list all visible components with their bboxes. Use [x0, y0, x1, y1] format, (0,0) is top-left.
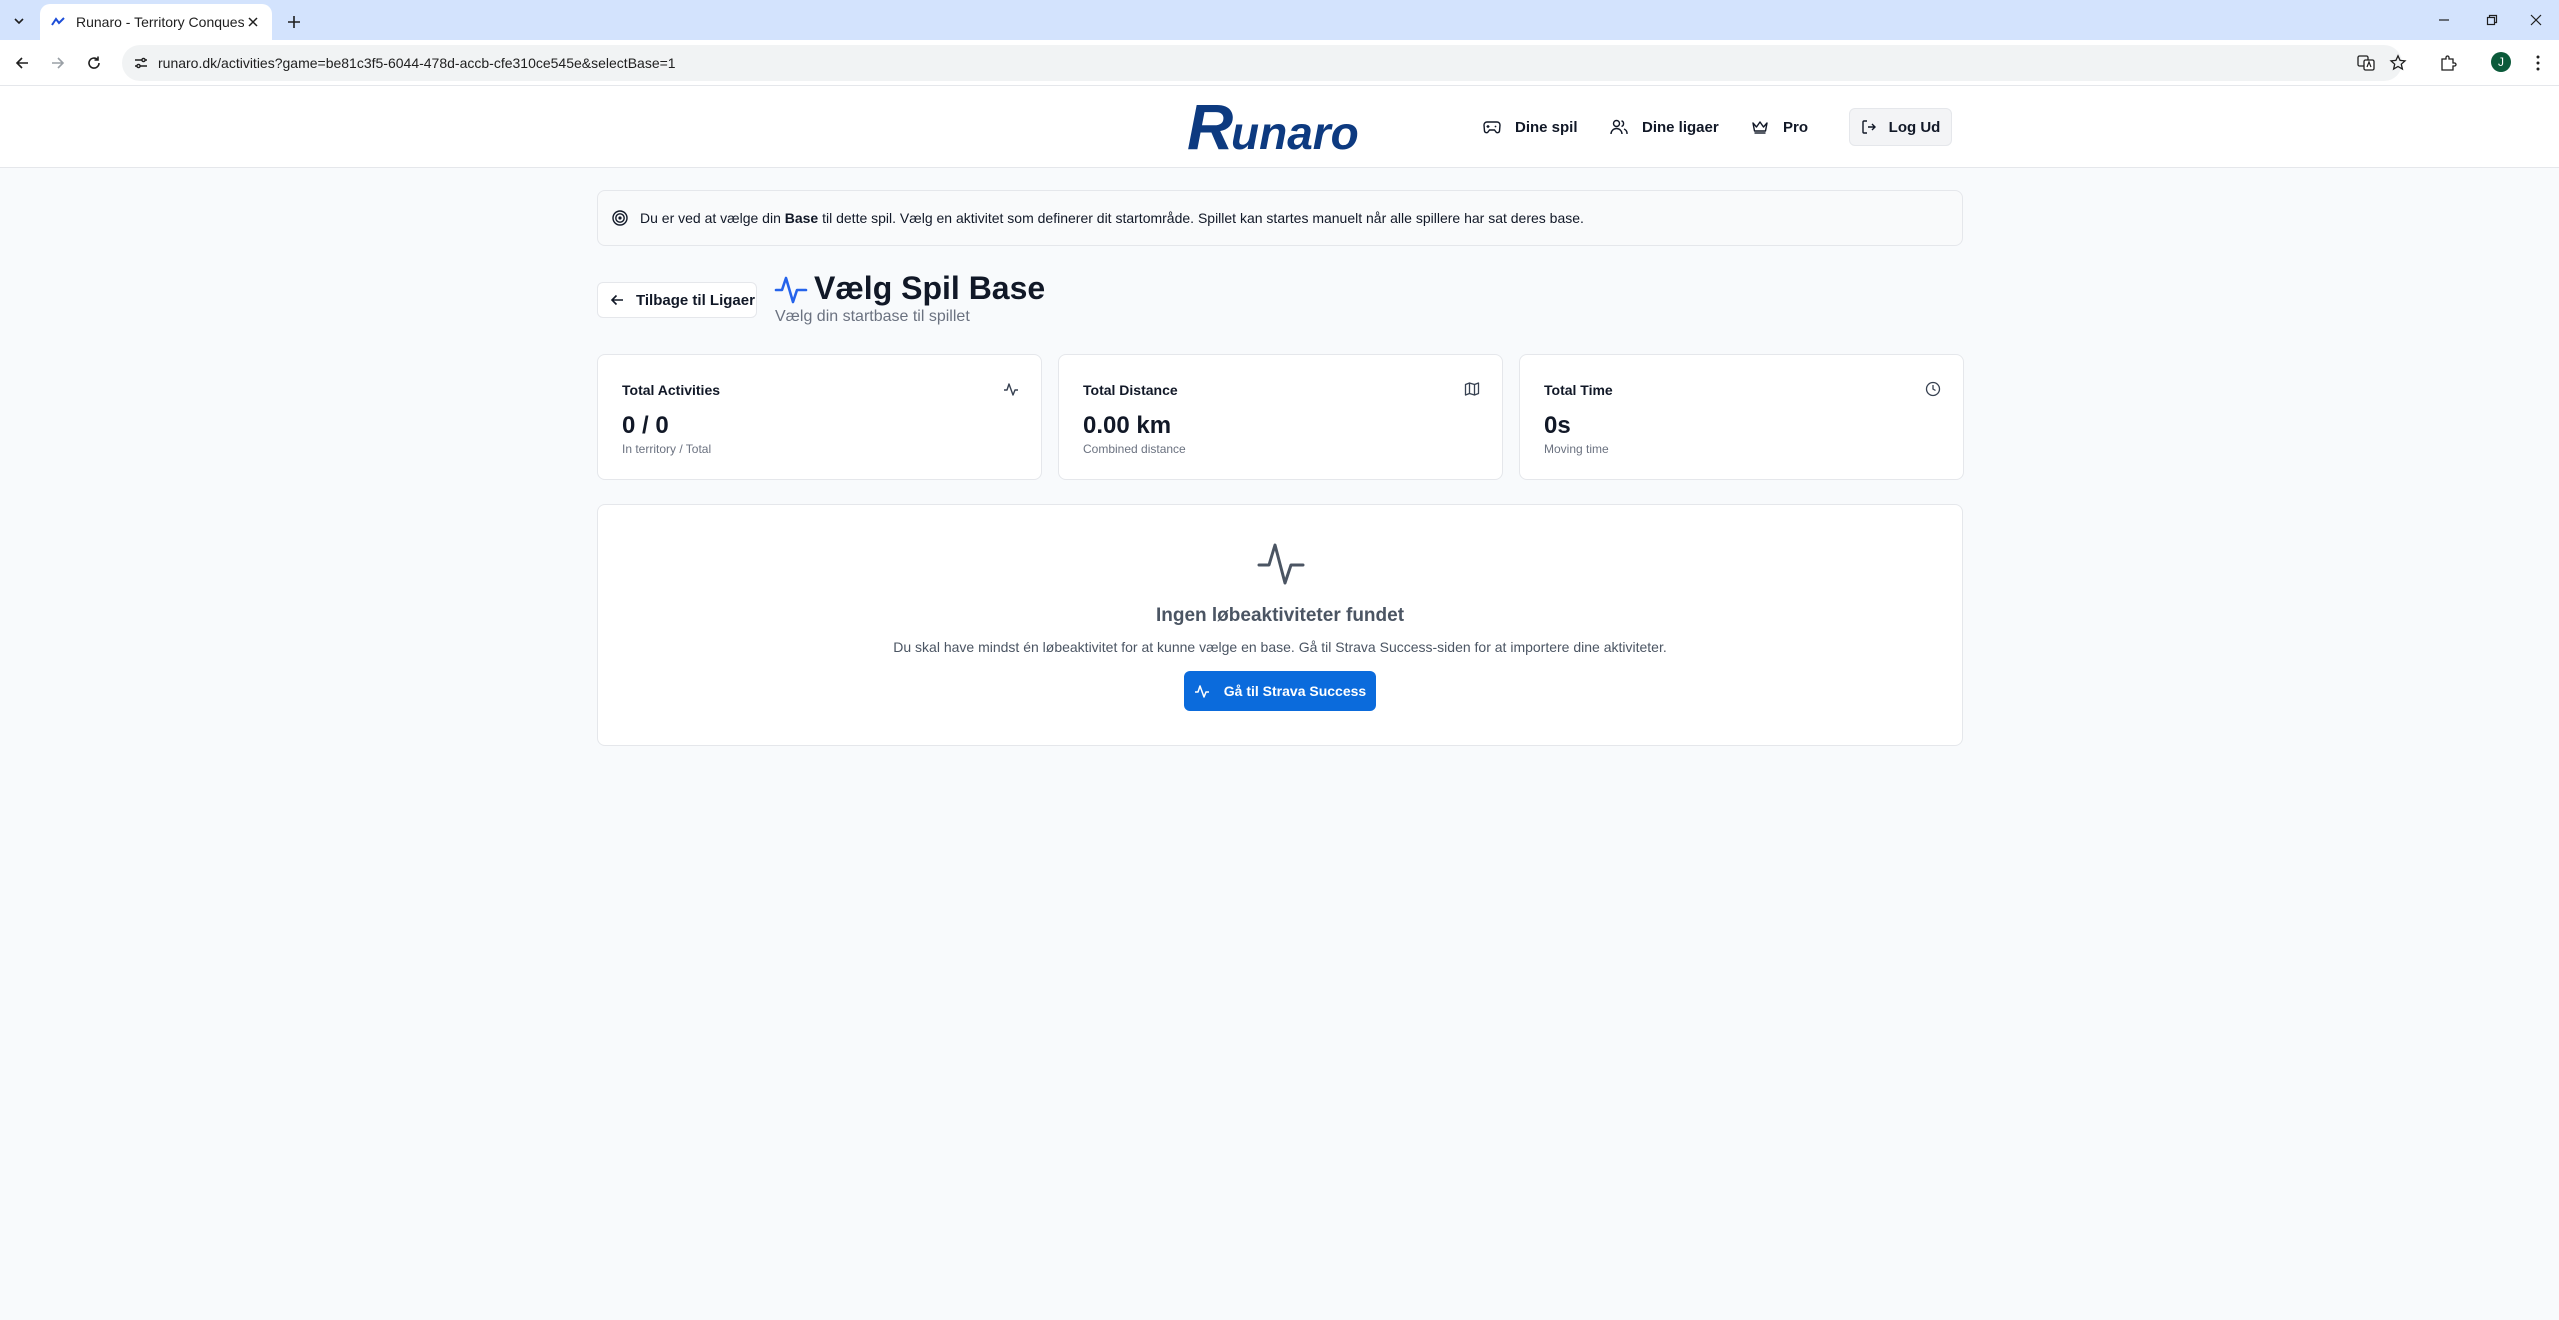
stat-value: 0 / 0: [622, 412, 669, 439]
strava-button-label: Gå til Strava Success: [1223, 683, 1367, 699]
activity-icon: [1194, 685, 1209, 698]
back-nav-button[interactable]: [8, 49, 36, 77]
svg-text:unaro: unaro: [1231, 107, 1359, 159]
activity-icon: [774, 276, 808, 304]
site-header: R unaro Dine spil Dine ligaer Pro Log Ud: [0, 86, 2559, 168]
more-vertical-icon: [2536, 55, 2540, 71]
restore-icon: [2486, 14, 2498, 26]
select-base-alert: Du er ved at vælge din Base til dette sp…: [597, 190, 1963, 246]
activity-icon: [1257, 543, 1305, 585]
tab-title: Runaro - Territory Conquest: [76, 14, 244, 30]
stat-value: 0.00 km: [1083, 412, 1172, 439]
stat-subtext: Combined distance: [1083, 442, 1186, 456]
arrow-left-icon: [610, 294, 623, 306]
close-window-button[interactable]: [2520, 6, 2552, 34]
close-icon: [2530, 14, 2542, 26]
back-to-leagues-label: Tilbage til Ligaer: [636, 291, 755, 309]
empty-state-title: Ingen løbeaktiviteter fundet: [1155, 605, 1405, 626]
star-icon: [2389, 54, 2407, 71]
translate-icon: [2357, 55, 2375, 71]
stat-label: Total Time: [1544, 382, 1613, 398]
translate-button[interactable]: [2352, 49, 2380, 77]
clock-icon: [1925, 381, 1941, 397]
stat-label: Total Activities: [622, 382, 721, 398]
nav-dine-ligaer-label: Dine ligaer: [1642, 118, 1719, 136]
nav-pro[interactable]: Pro: [1751, 112, 1808, 142]
logout-button[interactable]: Log Ud: [1849, 108, 1952, 146]
users-icon: [1610, 119, 1628, 135]
extensions-button[interactable]: [2434, 49, 2462, 77]
arrow-left-icon: [15, 57, 28, 69]
empty-state-text: Du skal have mindst én løbeaktivitet for…: [893, 639, 1667, 655]
site-info-icon[interactable]: [130, 52, 152, 74]
nav-dine-spil[interactable]: Dine spil: [1483, 112, 1578, 142]
plus-icon: [288, 16, 300, 28]
reload-button[interactable]: [80, 49, 108, 77]
stat-value: 0s: [1544, 412, 1571, 439]
arrow-right-icon: [52, 57, 65, 69]
page-subtitle: Vælg din startbase til spillet: [775, 308, 970, 325]
stat-card-total-time: Total Time 0s Moving time: [1519, 354, 1964, 480]
target-icon: [612, 210, 628, 226]
profile-avatar[interactable]: J: [2491, 52, 2511, 72]
tab-search-button[interactable]: [4, 6, 34, 36]
nav-dine-ligaer[interactable]: Dine ligaer: [1610, 112, 1719, 142]
logout-label: Log Ud: [1888, 118, 1941, 136]
svg-text:R: R: [1187, 94, 1233, 160]
minimize-button[interactable]: [2428, 6, 2460, 34]
crown-icon: [1752, 121, 1768, 134]
nav-dine-spil-label: Dine spil: [1515, 118, 1578, 136]
forward-nav-button[interactable]: [44, 49, 72, 77]
bookmark-button[interactable]: [2384, 49, 2412, 77]
gamepad-icon: [1483, 121, 1501, 134]
back-to-leagues-button[interactable]: Tilbage til Ligaer: [597, 282, 757, 318]
address-bar[interactable]: runaro.dk/activities?game=be81c3f5-6044-…: [122, 45, 2402, 81]
url-text: runaro.dk/activities?game=be81c3f5-6044-…: [158, 55, 676, 71]
stat-subtext: Moving time: [1544, 442, 1609, 456]
alert-text: Du er ved at vælge din Base til dette sp…: [640, 210, 1584, 226]
map-icon: [1464, 382, 1480, 396]
go-to-strava-success-button[interactable]: Gå til Strava Success: [1184, 671, 1376, 711]
browser-tab-active[interactable]: Runaro - Territory Conquest: [40, 4, 272, 40]
browser-toolbar: runaro.dk/activities?game=be81c3f5-6044-…: [0, 40, 2559, 86]
empty-state-card: Ingen løbeaktiviteter fundet Du skal hav…: [597, 504, 1963, 746]
new-tab-button[interactable]: [280, 8, 308, 36]
alert-bold-base: Base: [784, 210, 819, 226]
runaro-logo[interactable]: R unaro: [1185, 94, 1377, 160]
nav-pro-label: Pro: [1783, 118, 1809, 136]
minimize-icon: [2439, 19, 2449, 21]
stat-card-total-activities: Total Activities 0 / 0 In territory / To…: [597, 354, 1042, 480]
tab-close-icon[interactable]: [244, 13, 262, 31]
chevron-down-icon: [14, 18, 24, 25]
browser-tab-bar: Runaro - Territory Conquest: [0, 0, 2559, 40]
logout-icon: [1861, 120, 1876, 134]
activity-icon: [1004, 383, 1018, 396]
runaro-favicon-icon: [50, 14, 66, 30]
stat-label: Total Distance: [1083, 382, 1178, 398]
reload-icon: [88, 56, 100, 69]
stat-card-total-distance: Total Distance 0.00 km Combined distance: [1058, 354, 1503, 480]
page-title: Vælg Spil Base: [814, 270, 1046, 306]
puzzle-icon: [2441, 55, 2457, 71]
browser-menu-button[interactable]: [2524, 49, 2552, 77]
stat-subtext: In territory / Total: [622, 442, 712, 456]
restore-button[interactable]: [2476, 6, 2508, 34]
